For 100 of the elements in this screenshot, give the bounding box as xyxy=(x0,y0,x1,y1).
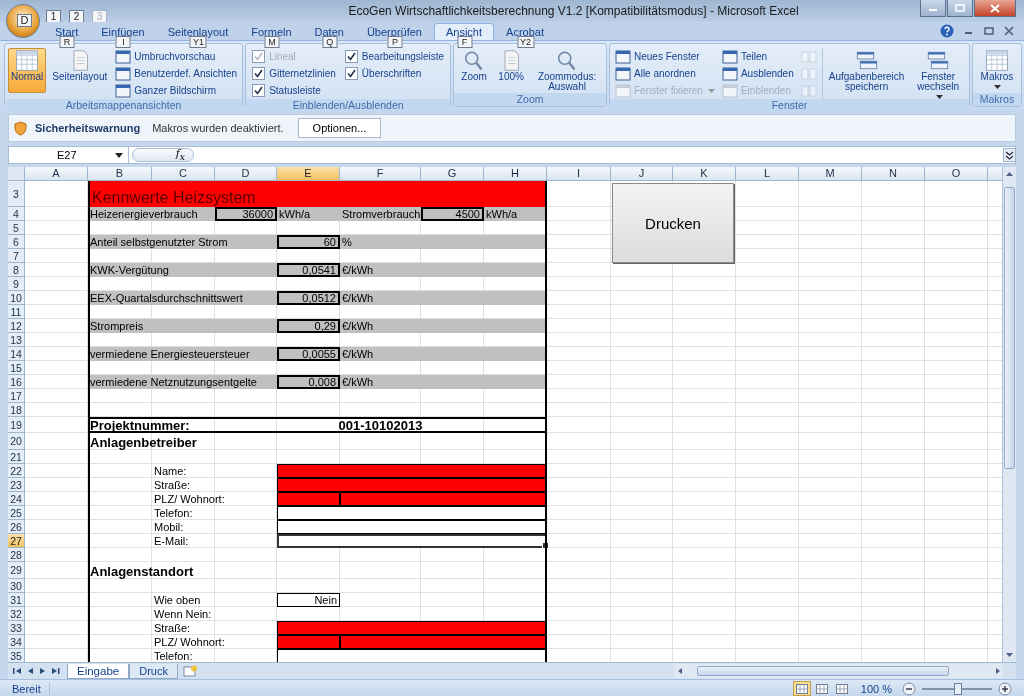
row-header[interactable]: 21 xyxy=(8,450,25,464)
zoom-level[interactable]: 100 % xyxy=(860,682,892,695)
row-header[interactable]: 26 xyxy=(8,520,25,534)
zoom-out-icon[interactable] xyxy=(902,681,916,696)
row-header[interactable]: 31 xyxy=(8,593,25,607)
last-sheet-icon[interactable] xyxy=(50,666,61,676)
input-field[interactable] xyxy=(277,506,547,520)
checkbox[interactable] xyxy=(252,84,266,97)
column-header[interactable]: A xyxy=(25,167,88,181)
ribbon-button[interactable]: Alle anordnen xyxy=(613,65,717,82)
ribbon-button[interactable]: Aufgabenbereich speichern xyxy=(825,48,908,93)
row-header[interactable]: 9 xyxy=(8,277,25,291)
print-button[interactable]: Drucken xyxy=(612,183,734,263)
normal-view-button[interactable] xyxy=(792,681,811,696)
input-field[interactable] xyxy=(277,492,340,506)
previous-sheet-icon[interactable] xyxy=(26,666,35,676)
maximize-button[interactable] xyxy=(947,0,973,17)
checkbox[interactable] xyxy=(344,67,358,80)
slider-thumb[interactable] xyxy=(954,682,962,695)
office-button[interactable]: D xyxy=(6,4,40,38)
input-field[interactable] xyxy=(277,649,547,662)
help-icon[interactable] xyxy=(940,24,954,38)
row-header[interactable]: 14 xyxy=(8,347,25,361)
row-header[interactable]: 27 xyxy=(8,534,25,548)
horizontal-scrollbar[interactable] xyxy=(675,664,1003,678)
row-header[interactable]: 8 xyxy=(8,263,25,277)
first-sheet-icon[interactable] xyxy=(12,666,23,676)
restore-icon[interactable] xyxy=(984,26,994,36)
column-header[interactable]: J xyxy=(611,167,673,181)
close-icon[interactable] xyxy=(1004,26,1014,36)
column-header[interactable]: K xyxy=(673,167,736,181)
row-header[interactable]: 29 xyxy=(8,562,25,579)
input-field[interactable] xyxy=(277,478,547,492)
ribbon-button[interactable]: Ganzer Bildschirm xyxy=(113,82,240,99)
column-header[interactable]: E xyxy=(277,167,340,181)
sheet-tab[interactable]: Druck xyxy=(129,663,178,679)
ribbon-button[interactable]: Normal xyxy=(8,48,47,93)
row-header[interactable]: 19 xyxy=(8,417,25,433)
row-header[interactable]: 15 xyxy=(8,361,25,375)
row-header[interactable]: 10 xyxy=(8,291,25,305)
ribbon-tab[interactable]: Ansicht xyxy=(433,23,495,40)
column-header[interactable]: G xyxy=(421,167,484,181)
ribbon-button[interactable]: Fenster wechseln xyxy=(910,48,966,93)
zoom-in-icon[interactable] xyxy=(998,681,1012,696)
row-header[interactable]: 3 xyxy=(8,181,25,207)
input-field[interactable] xyxy=(340,492,547,506)
input-field[interactable] xyxy=(277,520,547,534)
row-header[interactable]: 23 xyxy=(8,478,25,492)
row-header[interactable]: 4 xyxy=(8,207,25,221)
checkbox-option[interactable]: Bearbeitungsleiste xyxy=(341,48,448,65)
row-header[interactable]: 32 xyxy=(8,607,25,621)
ribbon-button[interactable]: Makros xyxy=(975,48,1018,93)
column-header[interactable]: H xyxy=(484,167,547,181)
row-header[interactable]: 11 xyxy=(8,305,25,319)
input-field[interactable] xyxy=(277,621,547,635)
row-header[interactable]: 35 xyxy=(8,649,25,662)
row-header[interactable]: 24 xyxy=(8,492,25,506)
column-header[interactable]: O xyxy=(925,167,988,181)
row-header[interactable]: 17 xyxy=(8,389,25,403)
row-header[interactable]: 16 xyxy=(8,375,25,389)
ribbon-button[interactable]: Zoom xyxy=(457,48,492,93)
checkbox-option[interactable]: Überschriften xyxy=(341,65,425,82)
row-header[interactable]: 6 xyxy=(8,235,25,249)
vertical-scrollbar[interactable] xyxy=(1002,167,1016,662)
input-field[interactable] xyxy=(277,534,547,548)
next-sheet-icon[interactable] xyxy=(38,666,47,676)
row-header[interactable]: 34 xyxy=(8,635,25,649)
ribbon-button[interactable]: Neues Fenster xyxy=(613,48,717,65)
checkbox-option[interactable]: Statusleiste xyxy=(249,82,324,99)
row-header[interactable]: 30 xyxy=(8,579,25,593)
ribbon-button[interactable]: Umbruchvorschau xyxy=(113,48,240,65)
column-header[interactable]: L xyxy=(736,167,799,181)
sheet-tab[interactable]: Eingabe xyxy=(67,663,130,679)
ribbon-button[interactable]: 100% xyxy=(494,48,529,93)
column-header[interactable]: I xyxy=(547,167,611,181)
row-header[interactable]: 22 xyxy=(8,464,25,478)
ribbon-button[interactable]: Teilen xyxy=(719,48,796,65)
minimize-button[interactable] xyxy=(920,0,946,17)
close-button[interactable] xyxy=(974,0,1016,17)
row-header[interactable]: 18 xyxy=(8,403,25,417)
checkbox-option[interactable]: Gitternetzlinien xyxy=(249,65,339,82)
row-header[interactable]: 20 xyxy=(8,433,25,450)
row-header[interactable]: 28 xyxy=(8,548,25,562)
column-header[interactable]: D xyxy=(215,167,277,181)
row-header[interactable]: 25 xyxy=(8,506,25,520)
ribbon-button[interactable]: Zoommodus: Auswahl xyxy=(531,48,603,93)
row-header[interactable]: 13 xyxy=(8,333,25,347)
ribbon-button[interactable]: Seitenlayout xyxy=(49,48,111,93)
column-header[interactable]: B xyxy=(88,167,152,181)
checkbox[interactable] xyxy=(344,50,358,63)
input-field[interactable] xyxy=(277,464,547,478)
column-header[interactable]: M xyxy=(799,167,862,181)
input-field[interactable] xyxy=(277,635,340,649)
column-header[interactable]: C xyxy=(152,167,215,181)
column-header[interactable]: F xyxy=(340,167,421,181)
checkbox[interactable] xyxy=(252,67,266,80)
row-header[interactable]: 5 xyxy=(8,221,25,235)
input-field[interactable] xyxy=(340,635,547,649)
column-header[interactable]: N xyxy=(862,167,925,181)
input-field[interactable]: Nein xyxy=(277,593,340,607)
